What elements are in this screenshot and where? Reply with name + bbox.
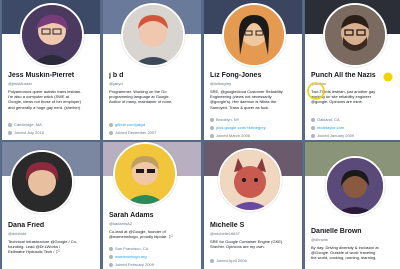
profile-card[interactable]: j b d @jabyd Programmer. Working on the … bbox=[103, 0, 201, 140]
profile-name[interactable]: Dana Fried bbox=[8, 222, 96, 229]
calendar-icon bbox=[210, 133, 214, 138]
profile-name[interactable]: Liz Fong-Jones bbox=[210, 72, 298, 79]
profile-bio: SRE, @googlecloud Customer Reliability E… bbox=[210, 89, 283, 110]
profile-handle: @michelle16637 bbox=[210, 231, 240, 236]
location-icon bbox=[311, 117, 315, 122]
profile-website[interactable]: ebobtaylor.com bbox=[311, 125, 344, 130]
profile-joined: Joined January 2009 bbox=[311, 133, 354, 138]
profile-name[interactable]: Michelle S bbox=[210, 222, 298, 229]
profile-bio: Polyamorous queer autistic trans lesbian… bbox=[8, 89, 82, 110]
profile-location: Cambridge, MA bbox=[8, 122, 42, 127]
profile-joined: Joined April 2008 bbox=[210, 258, 247, 263]
link-icon bbox=[210, 125, 214, 130]
profile-website[interactable]: github.com/jabyd bbox=[109, 122, 145, 127]
profile-handle: @dchfridd bbox=[8, 231, 27, 236]
location-icon bbox=[8, 122, 12, 127]
calendar-icon bbox=[210, 258, 214, 263]
location-icon bbox=[109, 246, 113, 251]
annotation-circle-icon bbox=[307, 82, 325, 100]
calendar-icon bbox=[311, 133, 315, 138]
profile-website[interactable]: womenwhogo.org bbox=[109, 254, 147, 259]
profile-joined: Joined March 2008 bbox=[210, 133, 250, 138]
profile-name[interactable]: Sarah Adams bbox=[109, 212, 197, 219]
profile-handle: @dbrown bbox=[311, 237, 329, 242]
profile-bio: Technical Infrastructure @Google / Co- f… bbox=[8, 239, 78, 255]
profile-card[interactable]: Sarah Adams @sadamsAZ Co-lead at @Google… bbox=[103, 142, 201, 269]
avatar[interactable] bbox=[121, 3, 185, 67]
profile-bio: SRE for Google Container Engine (GKE). S… bbox=[210, 239, 284, 250]
profile-card[interactable]: Jess Muskin-Pierret @jessMuskin Polyamor… bbox=[2, 0, 100, 140]
link-icon bbox=[109, 122, 113, 127]
profile-location: Brooklyn, NY bbox=[210, 117, 239, 122]
avatar[interactable] bbox=[218, 148, 282, 212]
location-icon bbox=[210, 117, 214, 122]
profile-handle: @jabyd bbox=[109, 81, 123, 86]
profile-joined: Joined February 2009 bbox=[109, 262, 154, 267]
highlight-circle-icon bbox=[383, 72, 393, 82]
profile-handle: @lizthegrey bbox=[210, 81, 232, 86]
profile-name[interactable]: j b d bbox=[109, 72, 197, 79]
profile-bio: Programmer. Working on the Go programmin… bbox=[109, 89, 173, 105]
avatar[interactable] bbox=[325, 156, 385, 216]
profile-joined: Joined December 2007 bbox=[109, 130, 156, 135]
profile-card[interactable]: Michelle S @michelle16637 SRE for Google… bbox=[204, 142, 302, 269]
profile-bio: Co-lead at @Google, founder of @womenwho… bbox=[109, 229, 174, 240]
profile-card[interactable]: Dana Fried @dchfridd Technical Infrastru… bbox=[2, 142, 100, 269]
profile-card-grid: Jess Muskin-Pierret @jessMuskin Polyamor… bbox=[0, 0, 400, 269]
link-icon bbox=[109, 254, 113, 259]
profile-card[interactable]: Punch All the Nazis @lextwo Two-Thirds l… bbox=[305, 0, 400, 140]
profile-handle: @sadamsAZ bbox=[109, 221, 133, 226]
profile-website[interactable]: plus.google.com/+lizthegrey bbox=[210, 125, 266, 130]
avatar[interactable] bbox=[113, 142, 177, 206]
profile-handle: @jessMuskin bbox=[8, 81, 32, 86]
profile-location: San Francisco, CA bbox=[109, 246, 148, 251]
profile-card[interactable]: Liz Fong-Jones @lizthegrey SRE, @googlec… bbox=[204, 0, 302, 140]
avatar[interactable] bbox=[323, 3, 387, 67]
profile-location: Oakland, CA bbox=[311, 117, 340, 122]
calendar-icon bbox=[109, 130, 113, 135]
avatar[interactable] bbox=[20, 3, 84, 67]
link-icon bbox=[311, 125, 315, 130]
profile-name[interactable]: Danielle Brown bbox=[311, 228, 399, 235]
profile-card[interactable]: Danielle Brown @dbrown By day: Driving d… bbox=[305, 142, 400, 269]
profile-name[interactable]: Jess Muskin-Pierret bbox=[8, 72, 96, 79]
avatar[interactable] bbox=[222, 3, 286, 67]
calendar-icon bbox=[8, 130, 12, 135]
profile-joined: Joined July 2016 bbox=[8, 130, 44, 135]
profile-bio: By day: Driving diversity & inclusion at… bbox=[311, 245, 379, 261]
calendar-icon bbox=[109, 262, 113, 267]
avatar[interactable] bbox=[10, 150, 74, 214]
